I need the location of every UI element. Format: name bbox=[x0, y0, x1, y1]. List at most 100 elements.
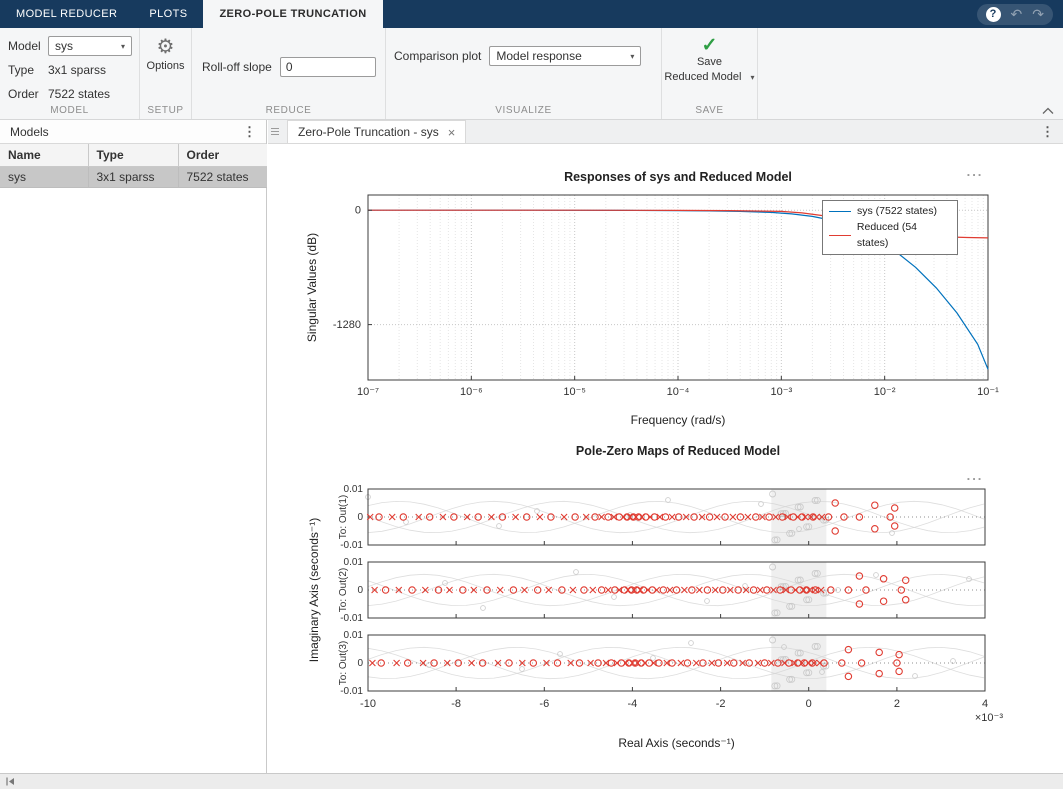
y-tick-label: -0.01 bbox=[340, 613, 363, 624]
x-tick-label: 10⁻¹ bbox=[977, 386, 999, 398]
chart-options-button[interactable]: ... bbox=[958, 164, 992, 179]
pole-zero-plot: 0.010-0.01To: Out(1)0.010-0.01To: Out(2)… bbox=[300, 480, 1010, 770]
tab-zero-pole-truncation[interactable]: ZERO-POLE TRUNCATION bbox=[203, 0, 382, 28]
legend-entry-label: sys (7522 states) bbox=[857, 204, 937, 220]
models-table: Name Type Order sys3x1 sparss7522 states bbox=[0, 144, 267, 188]
pz-subplot-1: 0.010-0.01To: Out(1) bbox=[338, 484, 985, 551]
pole-zero-chart-title: Pole-Zero Maps of Reduced Model bbox=[368, 444, 988, 458]
status-bar bbox=[0, 773, 1063, 789]
save-reduced-model-button[interactable]: ✓ Save Reduced Model ▾ bbox=[662, 36, 757, 85]
legend-entry-label: Reduced (54 states) bbox=[857, 220, 951, 252]
redo-icon[interactable]: ↷ bbox=[1032, 7, 1044, 21]
ribbon-section-setup: ⚙ Options SETUP bbox=[140, 28, 192, 119]
document-tab-bar: Zero-Pole Truncation - sys × ⋮ bbox=[268, 120, 1063, 144]
rolloff-input[interactable] bbox=[280, 57, 376, 77]
chevron-down-icon: ▾ bbox=[630, 52, 634, 61]
legend-entry-reduced: Reduced (54 states) bbox=[829, 220, 951, 252]
tabbar-menu-icon[interactable]: ⋮ bbox=[1032, 120, 1063, 143]
subplot-ylabel: To: Out(1) bbox=[338, 495, 349, 539]
table-cell: sys bbox=[0, 167, 88, 188]
toolstrip-tab-bar: MODEL REDUCER PLOTS ZERO-POLE TRUNCATION… bbox=[0, 0, 1063, 28]
collapse-ribbon-icon[interactable] bbox=[1042, 107, 1054, 115]
x-axis-label: Real Axis (seconds⁻¹) bbox=[618, 736, 734, 750]
x-axis-label: Frequency (rad/s) bbox=[631, 413, 726, 427]
order-value: 7522 states bbox=[48, 87, 110, 101]
plot-legend[interactable]: sys (7522 states) Reduced (54 states) bbox=[822, 200, 958, 255]
x-tick-label: -8 bbox=[451, 698, 461, 710]
undo-icon[interactable]: ↶ bbox=[1011, 7, 1023, 21]
section-label-model: MODEL bbox=[0, 105, 139, 116]
x-tick-label: 4 bbox=[982, 698, 988, 710]
y-tick-label: 0 bbox=[357, 658, 363, 669]
check-icon: ✓ bbox=[702, 36, 718, 55]
document-tab[interactable]: Zero-Pole Truncation - sys × bbox=[287, 120, 466, 143]
x-tick-label: 10⁻⁴ bbox=[667, 386, 690, 398]
y-tick-label: 0 bbox=[357, 512, 363, 523]
legend-entry-sys: sys (7522 states) bbox=[829, 204, 951, 220]
y-tick-label: -1280 bbox=[333, 319, 361, 331]
options-button[interactable]: ⚙ Options bbox=[143, 37, 189, 72]
ribbon-section-model: Model sys ▾ Type 3x1 sparss Order 7522 s… bbox=[0, 28, 140, 119]
x-tick-label: 10⁻⁵ bbox=[563, 386, 586, 398]
section-label-save: SAVE bbox=[662, 105, 757, 116]
quick-access-toolbar: ? ↶ ↷ bbox=[977, 4, 1053, 25]
section-label-visualize: VISUALIZE bbox=[386, 105, 661, 116]
x-tick-label: -6 bbox=[539, 698, 549, 710]
models-panel-title: Models bbox=[10, 125, 49, 139]
close-icon[interactable]: × bbox=[448, 125, 456, 140]
y-tick-label: 0.01 bbox=[344, 557, 364, 568]
comparison-plot-dropdown[interactable]: Model response ▾ bbox=[489, 46, 641, 66]
tab-plots[interactable]: PLOTS bbox=[133, 0, 203, 28]
x-tick-label: 10⁻³ bbox=[770, 386, 792, 398]
x-tick-label: 0 bbox=[806, 698, 812, 710]
x-tick-label: 10⁻⁷ bbox=[357, 386, 379, 398]
tab-model-reducer[interactable]: MODEL REDUCER bbox=[0, 0, 133, 28]
x-tick-label: 10⁻⁶ bbox=[460, 386, 483, 398]
model-dropdown-value: sys bbox=[55, 39, 73, 53]
zero-markers bbox=[382, 573, 909, 607]
y-tick-label: -0.01 bbox=[340, 686, 363, 697]
panel-menu-icon[interactable]: ⋮ bbox=[243, 124, 256, 140]
x-tick-label: -2 bbox=[716, 698, 726, 710]
options-button-label: Options bbox=[147, 60, 185, 72]
models-table-body: sys3x1 sparss7522 states bbox=[0, 167, 267, 188]
comparison-plot-value: Model response bbox=[496, 49, 581, 63]
response-chart-title: Responses of sys and Reduced Model bbox=[368, 170, 988, 184]
gear-icon: ⚙ bbox=[157, 37, 175, 57]
subplot-ylabel: To: Out(2) bbox=[338, 568, 349, 612]
model-dropdown[interactable]: sys ▾ bbox=[48, 36, 132, 56]
chevron-down-icon: ▾ bbox=[751, 73, 755, 82]
x-tick-label: 2 bbox=[894, 698, 900, 710]
x-tick-label: -4 bbox=[628, 698, 638, 710]
y-tick-label: 0 bbox=[357, 585, 363, 596]
ribbon-section-reduce: Roll-off slope REDUCE bbox=[192, 28, 386, 119]
document-area: Zero-Pole Truncation - sys × ⋮ Responses… bbox=[268, 120, 1063, 773]
x-tick-label: 10⁻² bbox=[874, 386, 896, 398]
ribbon: Model sys ▾ Type 3x1 sparss Order 7522 s… bbox=[0, 28, 1063, 120]
order-label: Order bbox=[8, 87, 48, 101]
x-tick-label: -10 bbox=[360, 698, 376, 710]
chevron-down-icon: ▾ bbox=[121, 42, 125, 51]
rolloff-label: Roll-off slope bbox=[202, 60, 272, 74]
pz-subplot-2: 0.01 0 -0.01To: Out(2) bbox=[338, 557, 985, 624]
drag-handle-icon[interactable] bbox=[271, 120, 279, 143]
help-icon[interactable]: ? bbox=[986, 7, 1001, 22]
type-value: 3x1 sparss bbox=[48, 63, 106, 77]
y-tick-label: 0 bbox=[355, 205, 361, 217]
models-panel-header: Models ⋮ bbox=[0, 120, 266, 144]
legend-line-sample bbox=[829, 235, 851, 236]
charts-area: Responses of sys and Reduced Model ... 1… bbox=[268, 144, 1063, 773]
models-panel: Models ⋮ Name Type Order sys3x1 sparss75… bbox=[0, 120, 267, 773]
section-label-setup: SETUP bbox=[140, 105, 191, 116]
type-label: Type bbox=[8, 63, 48, 77]
x-multiplier-label: ×10⁻³ bbox=[975, 712, 1003, 724]
collapse-panel-icon[interactable] bbox=[4, 776, 16, 787]
document-tab-title: Zero-Pole Truncation - sys bbox=[298, 125, 439, 139]
model-label: Model bbox=[8, 39, 48, 53]
y-tick-label: -0.01 bbox=[340, 540, 363, 551]
header-actions: ? ↶ ↷ bbox=[977, 0, 1063, 28]
column-header-order: Order bbox=[178, 144, 267, 167]
save-button-line1: Save bbox=[697, 55, 722, 70]
table-row[interactable]: sys3x1 sparss7522 states bbox=[0, 167, 267, 188]
y-tick-label: 0.01 bbox=[344, 630, 364, 641]
